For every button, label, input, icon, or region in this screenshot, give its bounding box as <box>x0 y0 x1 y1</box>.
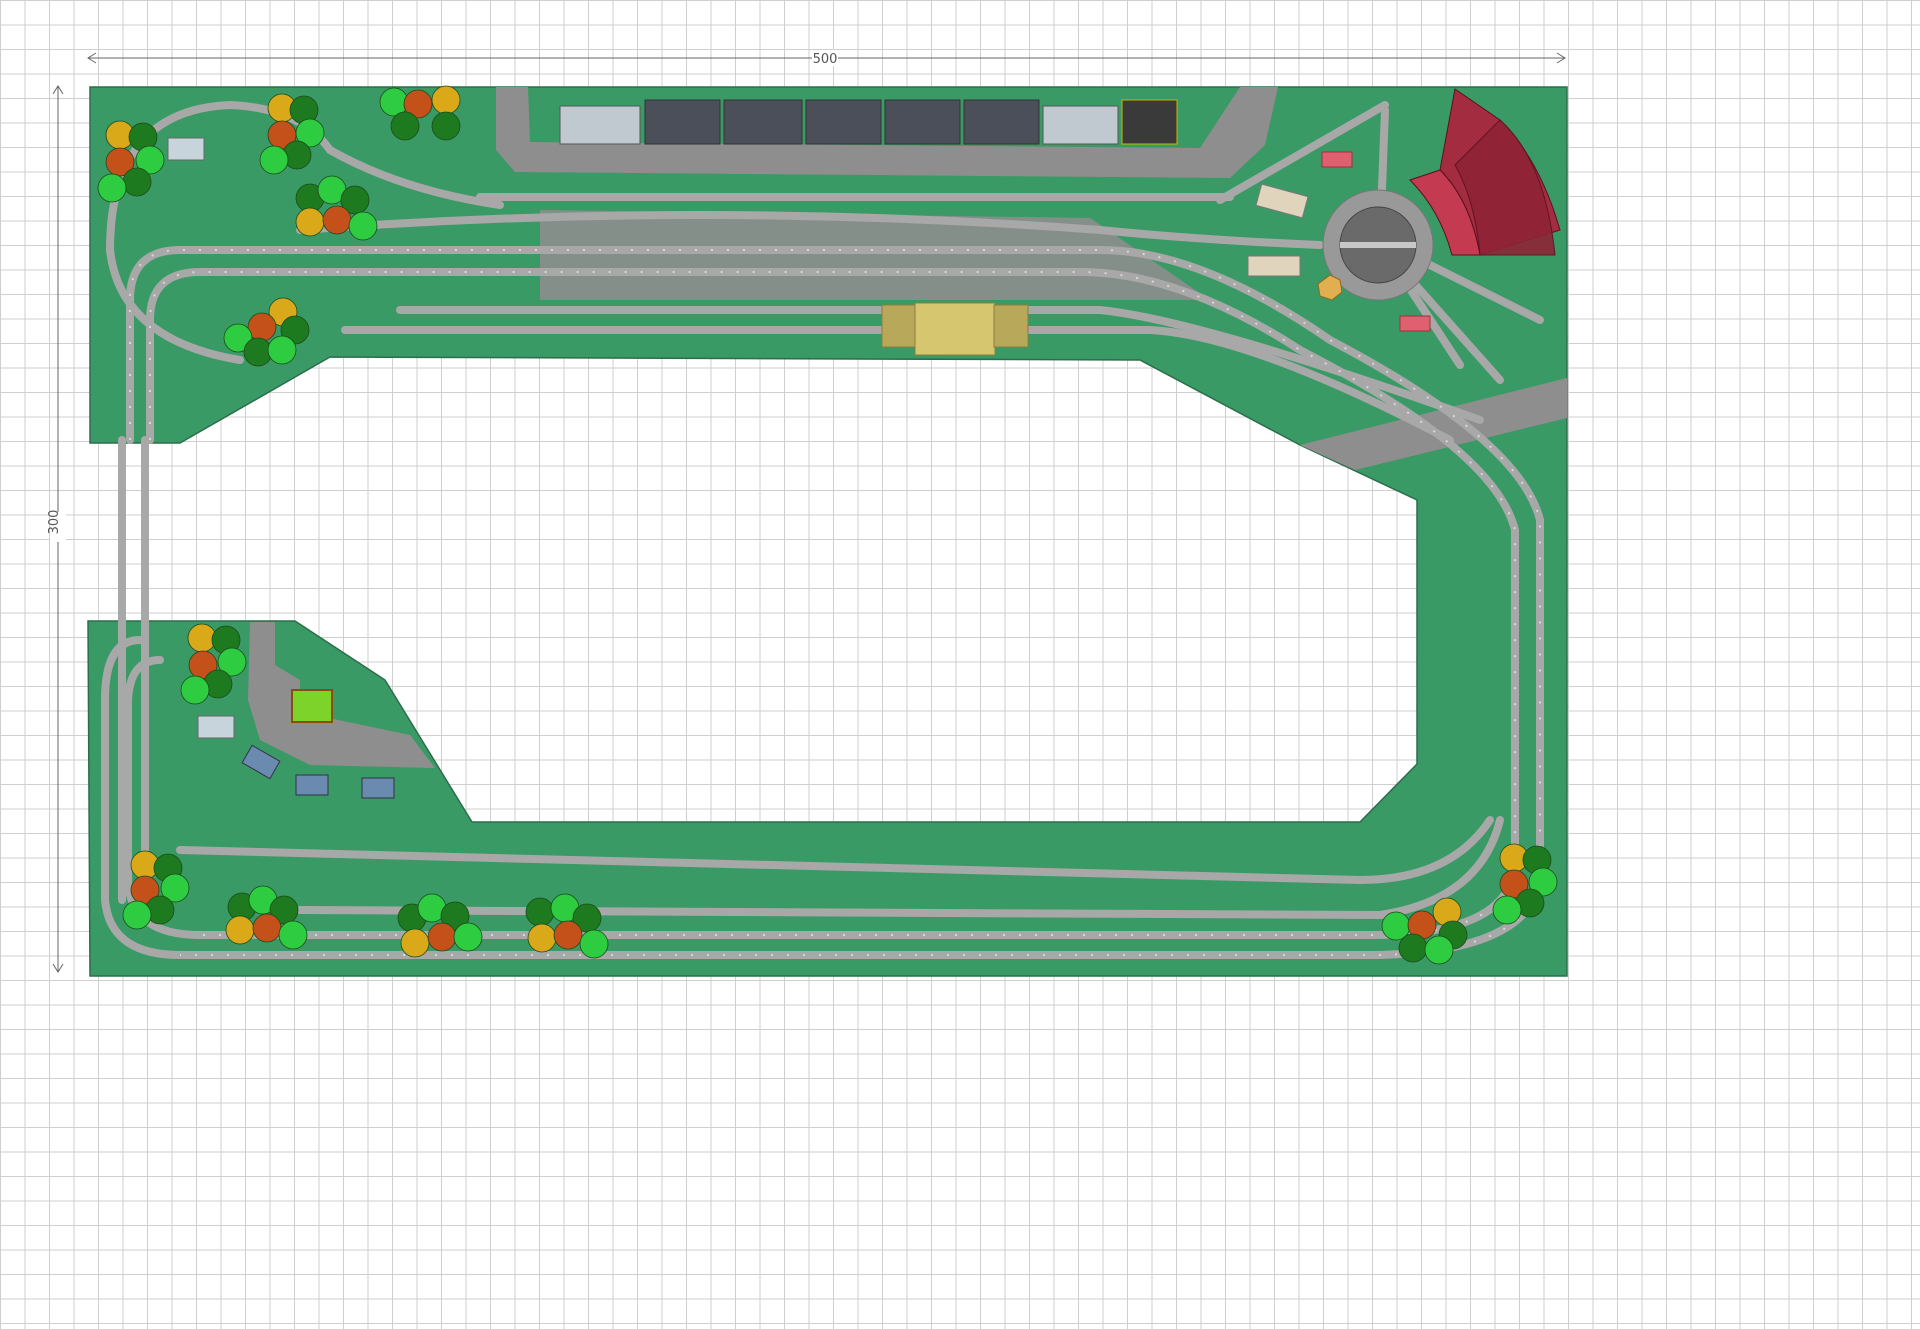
house-icon <box>197 715 235 739</box>
car-2 <box>1399 315 1431 332</box>
width-label: 500 <box>813 52 838 67</box>
building-2 <box>644 99 721 145</box>
building-1 <box>559 105 641 145</box>
height-label: 300 <box>47 510 62 535</box>
building-4 <box>805 99 882 145</box>
width-dimension: 500 <box>87 50 1566 67</box>
house-5 <box>167 137 205 161</box>
car-1 <box>1321 151 1353 168</box>
station-building-icon <box>881 302 1029 356</box>
building-5 <box>884 99 961 145</box>
shed-2 <box>1247 255 1301 277</box>
building-8 <box>1121 99 1178 145</box>
house-3 <box>295 774 329 796</box>
building-3 <box>723 99 803 145</box>
green-building <box>291 689 333 723</box>
building-6 <box>963 99 1040 145</box>
house-4 <box>361 777 395 799</box>
industrial-buildings <box>559 99 1178 145</box>
track-layout-plan: 500 300 <box>47 50 1568 977</box>
height-dimension: 300 <box>47 85 66 973</box>
building-7 <box>1042 105 1119 145</box>
